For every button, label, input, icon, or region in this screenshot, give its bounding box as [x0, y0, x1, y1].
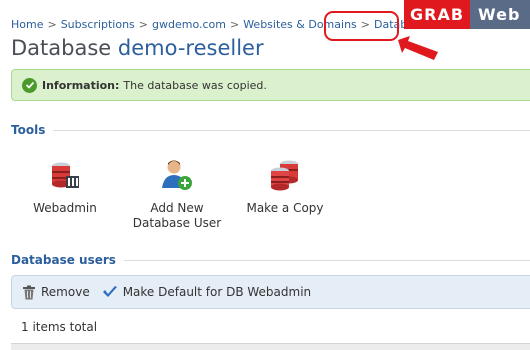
annotation-arrow-icon	[398, 36, 438, 60]
make-default-label: Make Default for DB Webadmin	[122, 285, 312, 299]
divider	[53, 129, 530, 131]
breadcrumb-domain[interactable]: gwdemo.com	[152, 18, 226, 31]
remove-button[interactable]: Remove	[22, 285, 90, 300]
table-header	[11, 343, 530, 350]
tool-make-copy-label: Make a Copy	[246, 201, 324, 215]
tools-heading: Tools	[11, 123, 530, 137]
database-webadmin-icon	[52, 162, 79, 188]
remove-label: Remove	[41, 285, 90, 299]
breadcrumb-separator: >	[47, 18, 57, 31]
grabweb-logo: GRAB Web	[404, 0, 530, 29]
breadcrumb-separator: >	[229, 18, 240, 31]
tool-make-a-copy[interactable]: Make a Copy	[245, 158, 325, 216]
tool-webadmin[interactable]: Webadmin	[30, 158, 100, 216]
checkmark-icon	[102, 286, 117, 297]
breadcrumb-separator: >	[138, 18, 148, 31]
info-message: Information: The database was copied.	[11, 69, 530, 101]
logo-part-grab: GRAB	[404, 0, 471, 29]
tools-heading-text: Tools	[11, 123, 46, 137]
breadcrumb-subscriptions[interactable]: Subscriptions	[61, 18, 135, 31]
page-title: Database demo-reseller	[11, 36, 264, 60]
items-total: 1 items total	[21, 320, 98, 334]
tool-webadmin-label: Webadmin	[33, 201, 97, 215]
info-text: The database was copied.	[123, 78, 267, 92]
db-users-toolbar: Remove Make Default for DB Webadmin	[11, 275, 530, 309]
breadcrumb-home[interactable]: Home	[11, 18, 43, 31]
tool-add-database-user[interactable]: Add New Database User	[122, 158, 232, 231]
divider	[123, 259, 530, 261]
logo-part-web: Web	[478, 5, 521, 24]
add-user-icon	[162, 160, 192, 190]
db-users-heading: Database users	[11, 253, 530, 267]
database-copy-icon	[271, 160, 298, 191]
page-title-name: demo-reseller	[117, 36, 264, 60]
check-circle-icon	[22, 77, 37, 93]
tool-add-user-label-1: Add New	[150, 201, 204, 215]
annotation-highlight-box	[324, 11, 399, 41]
trash-icon	[23, 285, 35, 299]
db-users-heading-text: Database users	[11, 253, 116, 267]
info-label: Information:	[42, 78, 120, 92]
make-default-button[interactable]: Make Default for DB Webadmin	[102, 285, 311, 299]
tool-add-user-label-2: Database User	[132, 216, 222, 230]
page-title-prefix: Database	[11, 36, 112, 60]
